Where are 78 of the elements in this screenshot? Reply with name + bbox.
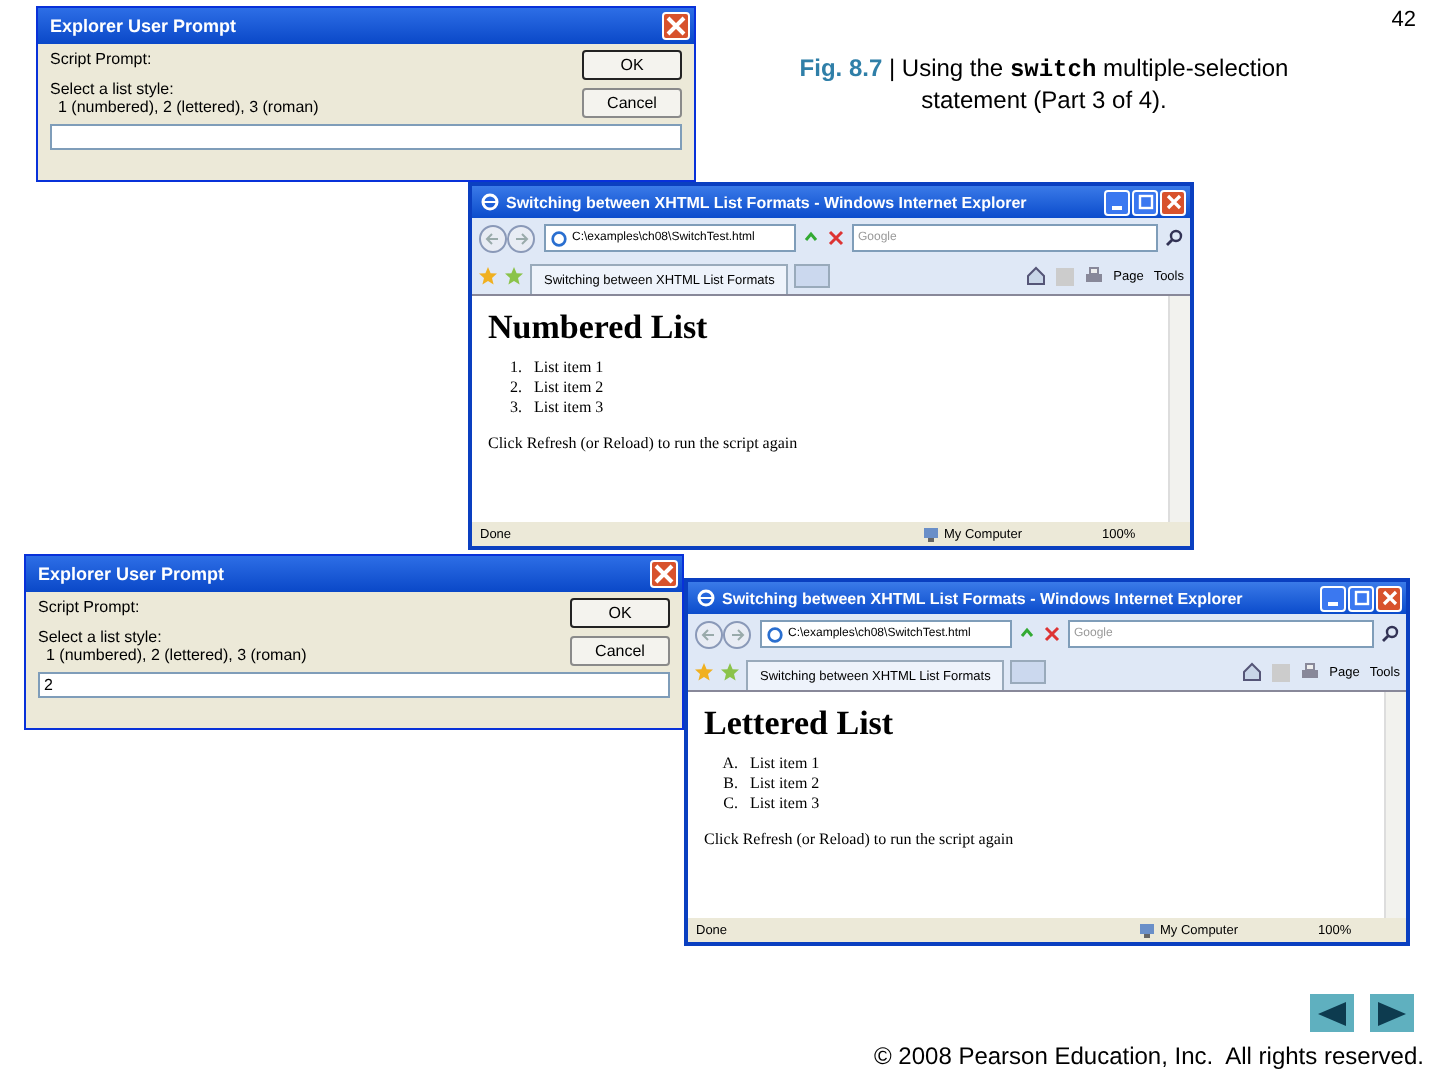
- dialog-button[interactable]: OK: [570, 598, 670, 628]
- print-icon[interactable]: [1083, 266, 1104, 286]
- prompt-label: Script Prompt:: [50, 50, 154, 68]
- new-tab-button[interactable]: [1010, 660, 1047, 684]
- scrollbar[interactable]: [1168, 296, 1190, 522]
- list-item: List item 1: [750, 754, 820, 774]
- page-heading: Numbered List: [488, 308, 710, 348]
- stop-icon[interactable]: [826, 228, 846, 248]
- close-icon: [1381, 590, 1397, 606]
- figure-caption: | Using the switch multiple-selection statement (Part 3 of 4).: [886, 54, 1289, 114]
- maximize-button[interactable]: [1348, 585, 1374, 611]
- star-icon[interactable]: [694, 662, 714, 682]
- maximize-icon: [1353, 590, 1369, 606]
- prompt-message: Select a list style:: [50, 80, 176, 98]
- add-favorite-icon[interactable]: [504, 266, 524, 286]
- dialog-title: Explorer User Prompt: [50, 16, 237, 36]
- maximize-icon: [1137, 194, 1153, 210]
- star-icon[interactable]: [478, 266, 498, 286]
- previous-button[interactable]: [1310, 994, 1354, 1032]
- page-icon: [766, 625, 784, 643]
- close-icon: [654, 564, 674, 584]
- minimize-button[interactable]: [1104, 189, 1130, 215]
- right-arrow-icon: [1378, 1001, 1406, 1025]
- home-icon[interactable]: [1241, 662, 1262, 682]
- browser-logo-icon: [696, 588, 716, 608]
- print-icon[interactable]: [1299, 662, 1320, 682]
- new-tab-button[interactable]: [794, 264, 831, 288]
- home-icon[interactable]: [1025, 266, 1046, 286]
- copyright-text: © 2008 Pearson Education, Inc. All rights reserved.: [874, 1042, 1424, 1070]
- page-icon: [550, 229, 568, 247]
- browser-logo-icon: [480, 192, 500, 212]
- close-icon: [666, 16, 686, 36]
- list-marker: C.: [721, 794, 738, 814]
- close-button[interactable]: [662, 12, 690, 40]
- back-forward-icon[interactable]: [694, 619, 754, 649]
- dialog-button[interactable]: Cancel: [582, 88, 682, 118]
- list-item: List item 2: [750, 774, 820, 794]
- dialog-title: Explorer User Prompt: [38, 564, 225, 584]
- page-number: 42: [1391, 8, 1416, 32]
- list-marker: 2.: [508, 378, 522, 398]
- list-item: List item 3: [750, 794, 820, 814]
- list-marker: A.: [720, 754, 738, 774]
- computer-icon: [922, 525, 940, 543]
- figure-label: Fig. 8.7: [799, 54, 883, 82]
- scrollbar[interactable]: [1384, 692, 1406, 918]
- list-item: List item 1: [534, 358, 604, 378]
- window-title: Switching between XHTML List Formats - Windows Internet Explorer: [722, 589, 1245, 607]
- page-text: Click Refresh (or Reload) to run the script again: [704, 830, 1016, 848]
- search-icon[interactable]: [1164, 228, 1184, 248]
- prompt-message: Select a list style:: [38, 628, 164, 646]
- minimize-button[interactable]: [1320, 585, 1346, 611]
- prompt-message: 1 (numbered), 2 (lettered), 3 (roman): [44, 646, 307, 664]
- close-icon: [1165, 194, 1181, 210]
- close-button[interactable]: [1376, 585, 1402, 611]
- dialog-button[interactable]: Cancel: [570, 636, 670, 666]
- input-field[interactable]: [50, 124, 682, 150]
- page-heading: Lettered List: [704, 704, 896, 744]
- stop-icon[interactable]: [1042, 624, 1062, 644]
- search-icon[interactable]: [1380, 624, 1400, 644]
- prompt-message: 1 (numbered), 2 (lettered), 3 (roman): [56, 98, 319, 116]
- add-favorite-icon[interactable]: [720, 662, 740, 682]
- computer-icon: [1138, 921, 1156, 939]
- maximize-button[interactable]: [1132, 189, 1158, 215]
- dialog-button[interactable]: OK: [582, 50, 682, 80]
- list-marker: B.: [721, 774, 738, 794]
- page-text: Click Refresh (or Reload) to run the script again: [488, 434, 800, 452]
- close-button[interactable]: [1160, 189, 1186, 215]
- next-button[interactable]: [1370, 994, 1414, 1032]
- left-arrow-icon: [1318, 1001, 1346, 1025]
- list-item: List item 2: [534, 378, 604, 398]
- window-title: Switching between XHTML List Formats - Windows Internet Explorer: [506, 193, 1029, 211]
- list-marker: 1.: [508, 358, 522, 378]
- input-field[interactable]: 2: [38, 672, 670, 698]
- list-marker: 3.: [508, 398, 522, 418]
- close-button[interactable]: [650, 560, 678, 588]
- back-forward-icon[interactable]: [478, 223, 538, 253]
- prompt-label: Script Prompt:: [38, 598, 142, 616]
- list-item: List item 3: [534, 398, 604, 418]
